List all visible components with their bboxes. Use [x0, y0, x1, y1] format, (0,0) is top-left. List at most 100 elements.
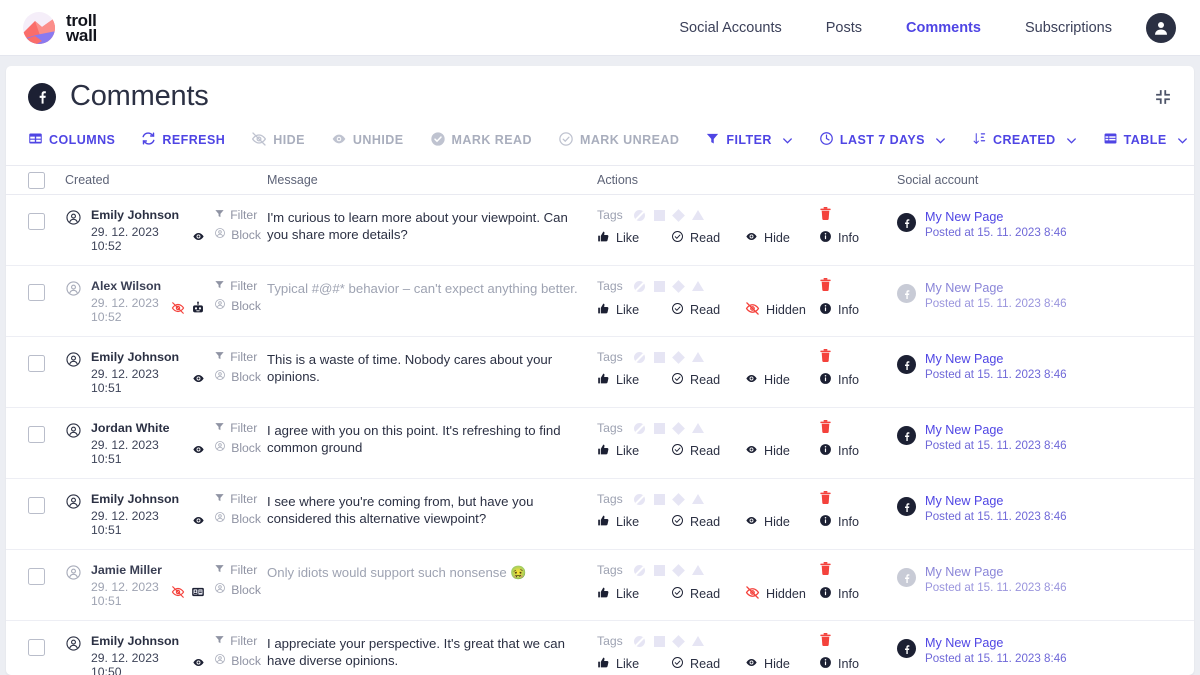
- toolbar-hide-button[interactable]: HIDE: [251, 131, 305, 150]
- social-account-name[interactable]: My New Page: [925, 281, 1067, 295]
- row-block-button[interactable]: Block: [214, 582, 261, 597]
- like-button[interactable]: Like: [597, 443, 671, 459]
- tag-square-icon[interactable]: [653, 209, 665, 221]
- delete-comment-button[interactable]: [819, 419, 832, 439]
- tag-no-entry-icon[interactable]: [633, 635, 645, 647]
- toolbar-refresh-button[interactable]: REFRESH: [141, 131, 225, 149]
- row-select-checkbox[interactable]: [28, 639, 45, 656]
- toolbar-columns-button[interactable]: COLUMNS: [28, 131, 115, 149]
- tag-diamond-icon[interactable]: [671, 634, 685, 648]
- tag-diamond-icon[interactable]: [671, 279, 685, 293]
- row-block-button[interactable]: Block: [214, 298, 261, 313]
- info-button[interactable]: Info: [819, 586, 893, 602]
- row-block-button[interactable]: Block: [214, 227, 261, 242]
- tag-no-entry-icon[interactable]: [633, 351, 645, 363]
- tag-no-entry-icon[interactable]: [633, 209, 645, 221]
- table-row[interactable]: Emily Johnson 29. 12. 2023 10:51 Filter …: [6, 479, 1194, 550]
- eye-icon[interactable]: [192, 372, 205, 390]
- tag-diamond-icon[interactable]: [671, 492, 685, 506]
- info-button[interactable]: Info: [819, 514, 893, 530]
- tag-square-icon[interactable]: [653, 635, 665, 647]
- sort-chevron-down-icon[interactable]: [1064, 133, 1079, 148]
- brand-logo[interactable]: troll wall: [22, 11, 97, 45]
- social-account-name[interactable]: My New Page: [925, 352, 1067, 366]
- row-select-checkbox[interactable]: [28, 213, 45, 230]
- toolbar-date-range-button[interactable]: LAST 7 DAYS: [819, 131, 925, 149]
- tag-square-icon[interactable]: [653, 493, 665, 505]
- hide-button[interactable]: Hide: [745, 230, 819, 246]
- tag-triangle-icon[interactable]: [691, 352, 704, 362]
- like-button[interactable]: Like: [597, 372, 671, 388]
- info-button[interactable]: Info: [819, 443, 893, 459]
- nav-link-subscriptions[interactable]: Subscriptions: [1025, 20, 1112, 36]
- row-select-checkbox[interactable]: [28, 284, 45, 301]
- hide-button[interactable]: Hide: [745, 514, 819, 530]
- tag-triangle-icon[interactable]: [691, 565, 704, 575]
- delete-comment-button[interactable]: [819, 490, 832, 510]
- column-header-social-account[interactable]: Social account: [897, 173, 1172, 187]
- row-filter-button[interactable]: Filter: [214, 421, 261, 435]
- view-mode-chevron-down-icon[interactable]: [1175, 133, 1190, 148]
- unhide-button[interactable]: Hidden: [745, 585, 819, 603]
- like-button[interactable]: Like: [597, 656, 671, 672]
- read-button[interactable]: Read: [671, 656, 745, 672]
- like-button[interactable]: Like: [597, 230, 671, 246]
- nav-link-social-accounts[interactable]: Social Accounts: [679, 20, 781, 36]
- table-row[interactable]: Jordan White 29. 12. 2023 10:51 Filter B…: [6, 408, 1194, 479]
- social-account-name[interactable]: My New Page: [925, 210, 1067, 224]
- hide-button[interactable]: Hide: [745, 443, 819, 459]
- toolbar-mark-unread-button[interactable]: MARK UNREAD: [558, 131, 679, 150]
- tag-no-entry-icon[interactable]: [633, 564, 645, 576]
- tag-diamond-icon[interactable]: [671, 563, 685, 577]
- nav-link-comments[interactable]: Comments: [906, 20, 981, 36]
- table-row[interactable]: Jamie Miller 29. 12. 2023 10:51 Filter B…: [6, 550, 1194, 621]
- row-select-checkbox[interactable]: [28, 355, 45, 372]
- filter-chevron-down-icon[interactable]: [780, 133, 795, 148]
- row-select-checkbox[interactable]: [28, 426, 45, 443]
- social-account-name[interactable]: My New Page: [925, 565, 1067, 579]
- toolbar-filter-button[interactable]: FILTER: [705, 131, 772, 149]
- row-filter-button[interactable]: Filter: [214, 208, 261, 222]
- unhide-button[interactable]: Hidden: [745, 301, 819, 319]
- select-all-checkbox[interactable]: [28, 171, 45, 189]
- eye-off-red-icon[interactable]: [171, 585, 185, 604]
- row-filter-button[interactable]: Filter: [214, 634, 261, 648]
- nav-link-posts[interactable]: Posts: [826, 20, 862, 36]
- read-button[interactable]: Read: [671, 514, 745, 530]
- tag-square-icon[interactable]: [653, 351, 665, 363]
- table-row[interactable]: Emily Johnson 29. 12. 2023 10:52 Filter …: [6, 195, 1194, 266]
- read-button[interactable]: Read: [671, 230, 745, 246]
- toolbar-mark-read-button[interactable]: MARK READ: [430, 131, 532, 150]
- info-button[interactable]: Info: [819, 302, 893, 318]
- tag-diamond-icon[interactable]: [671, 421, 685, 435]
- tag-triangle-icon[interactable]: [691, 281, 704, 291]
- compress-icon[interactable]: [1154, 88, 1172, 106]
- table-row[interactable]: Alex Wilson 29. 12. 2023 10:52 Filter Bl…: [6, 266, 1194, 337]
- tag-diamond-icon[interactable]: [671, 350, 685, 364]
- delete-comment-button[interactable]: [819, 561, 832, 581]
- read-button[interactable]: Read: [671, 302, 745, 318]
- tag-square-icon[interactable]: [653, 280, 665, 292]
- row-select-checkbox[interactable]: [28, 568, 45, 585]
- read-button[interactable]: Read: [671, 586, 745, 602]
- tag-triangle-icon[interactable]: [691, 494, 704, 504]
- toolbar-unhide-button[interactable]: UNHIDE: [331, 131, 404, 150]
- tag-diamond-icon[interactable]: [671, 208, 685, 222]
- row-filter-button[interactable]: Filter: [214, 492, 261, 506]
- like-button[interactable]: Like: [597, 586, 671, 602]
- row-filter-button[interactable]: Filter: [214, 279, 261, 293]
- column-header-created[interactable]: Created: [45, 173, 267, 187]
- row-block-button[interactable]: Block: [214, 369, 261, 384]
- row-filter-button[interactable]: Filter: [214, 563, 261, 577]
- tag-triangle-icon[interactable]: [691, 210, 704, 220]
- eye-icon[interactable]: [192, 514, 205, 532]
- table-row[interactable]: Emily Johnson 29. 12. 2023 10:50 Filter …: [6, 621, 1194, 675]
- social-account-name[interactable]: My New Page: [925, 636, 1067, 650]
- social-account-name[interactable]: My New Page: [925, 494, 1067, 508]
- delete-comment-button[interactable]: [819, 632, 832, 652]
- row-filter-button[interactable]: Filter: [214, 350, 261, 364]
- delete-comment-button[interactable]: [819, 348, 832, 368]
- eye-icon[interactable]: [192, 230, 205, 248]
- hide-button[interactable]: Hide: [745, 656, 819, 672]
- delete-comment-button[interactable]: [819, 277, 832, 297]
